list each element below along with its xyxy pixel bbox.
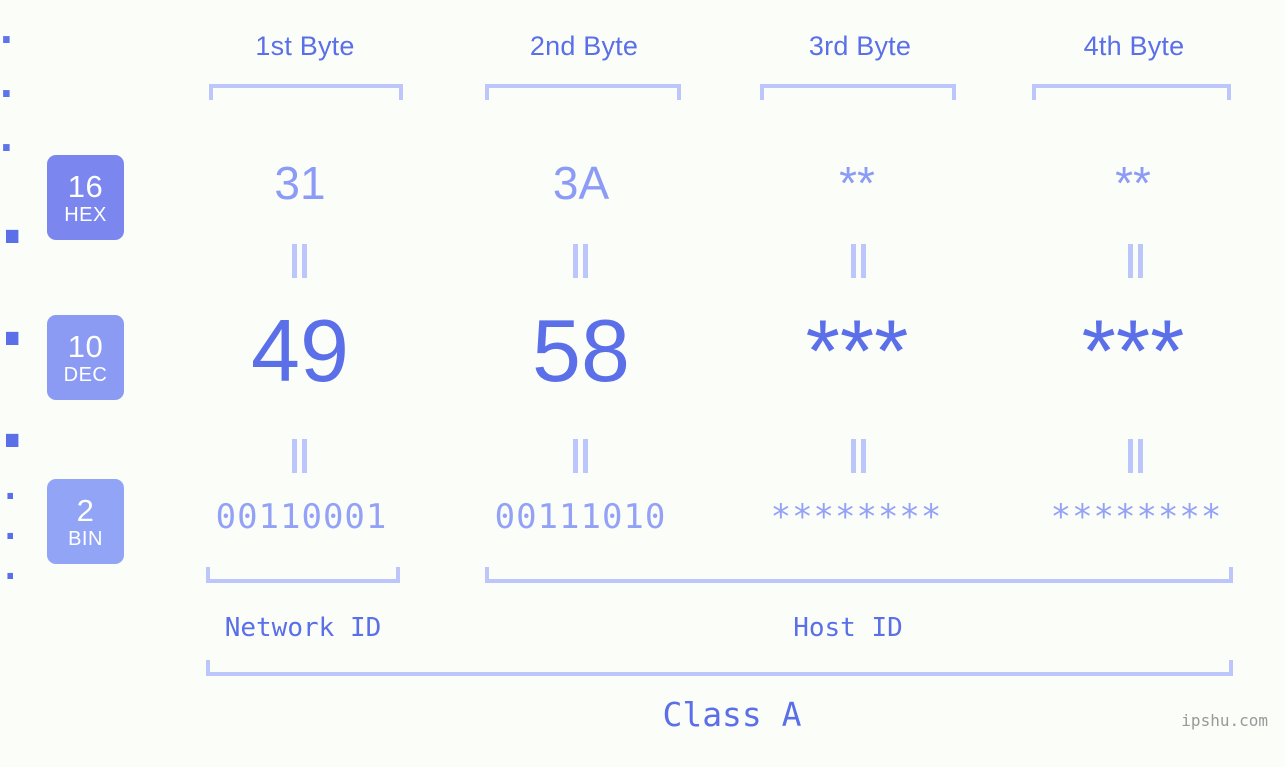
dec-row: 49 . 58 . *** . *** <box>0 162 1285 468</box>
hex-byte-4: ** <box>1115 157 1151 209</box>
ip-byte-breakdown-diagram: 1st Byte 2nd Byte 3rd Byte 4th Byte 16 H… <box>0 0 1285 767</box>
byte-header-1: 1st Byte <box>255 31 355 61</box>
hex-byte-3: ** <box>839 157 875 209</box>
network-id-bracket <box>206 567 400 583</box>
radix-badge-dec-name: DEC <box>63 363 108 386</box>
bin-byte-1: 00110001 <box>215 497 388 537</box>
dec-byte-1: 49 <box>251 301 349 400</box>
hex-separator-2: . <box>0 55 13 107</box>
radix-badge-hex-number: 16 <box>67 168 104 204</box>
equals-connector-hex-dec-2 <box>573 244 589 278</box>
class-bracket <box>206 660 1233 676</box>
dec-byte-2: 58 <box>532 301 630 400</box>
radix-badge-hex: 16 HEX <box>47 155 124 240</box>
host-id-bracket <box>485 567 1233 583</box>
equals-connector-dec-bin-4 <box>1128 439 1144 473</box>
site-watermark: ipshu.com <box>1181 711 1268 730</box>
byte-bracket-2 <box>485 84 681 100</box>
equals-connector-hex-dec-1 <box>292 244 308 278</box>
bin-byte-4: ******** <box>1050 497 1223 537</box>
equals-connector-hex-dec-3 <box>851 244 867 278</box>
bin-byte-2: 00111010 <box>494 497 667 537</box>
radix-badge-dec-number: 10 <box>67 328 104 364</box>
byte-header-4: 4th Byte <box>1083 31 1185 61</box>
equals-connector-dec-bin-2 <box>573 439 589 473</box>
radix-badge-bin-number: 2 <box>76 492 95 528</box>
radix-badge-dec: 10 DEC <box>47 315 124 400</box>
equals-connector-dec-bin-3 <box>851 439 867 473</box>
radix-badge-bin: 2 BIN <box>47 479 124 564</box>
dec-byte-3: *** <box>805 301 909 400</box>
hex-separator-1: . <box>0 1 13 53</box>
radix-badge-bin-name: BIN <box>68 527 103 550</box>
byte-header-2: 2nd Byte <box>529 31 639 61</box>
host-id-label: Host ID <box>793 613 903 643</box>
byte-header-3: 3rd Byte <box>808 31 912 61</box>
equals-connector-hex-dec-4 <box>1128 244 1144 278</box>
byte-bracket-3 <box>760 84 956 100</box>
byte-bracket-4 <box>1032 84 1231 100</box>
byte-bracket-1 <box>209 84 403 100</box>
equals-connector-dec-bin-1 <box>292 439 308 473</box>
hex-separator-3: . <box>0 109 13 161</box>
class-label: Class A <box>662 695 802 734</box>
hex-byte-2: 3A <box>552 157 610 209</box>
radix-badge-hex-name: HEX <box>64 203 107 226</box>
bin-byte-3: ******** <box>770 497 943 537</box>
hex-byte-1: 31 <box>274 157 326 209</box>
network-id-label: Network ID <box>224 613 382 643</box>
hex-row: 31 . 3A . ** . ** <box>0 0 1285 206</box>
dec-byte-4: *** <box>1081 301 1185 400</box>
